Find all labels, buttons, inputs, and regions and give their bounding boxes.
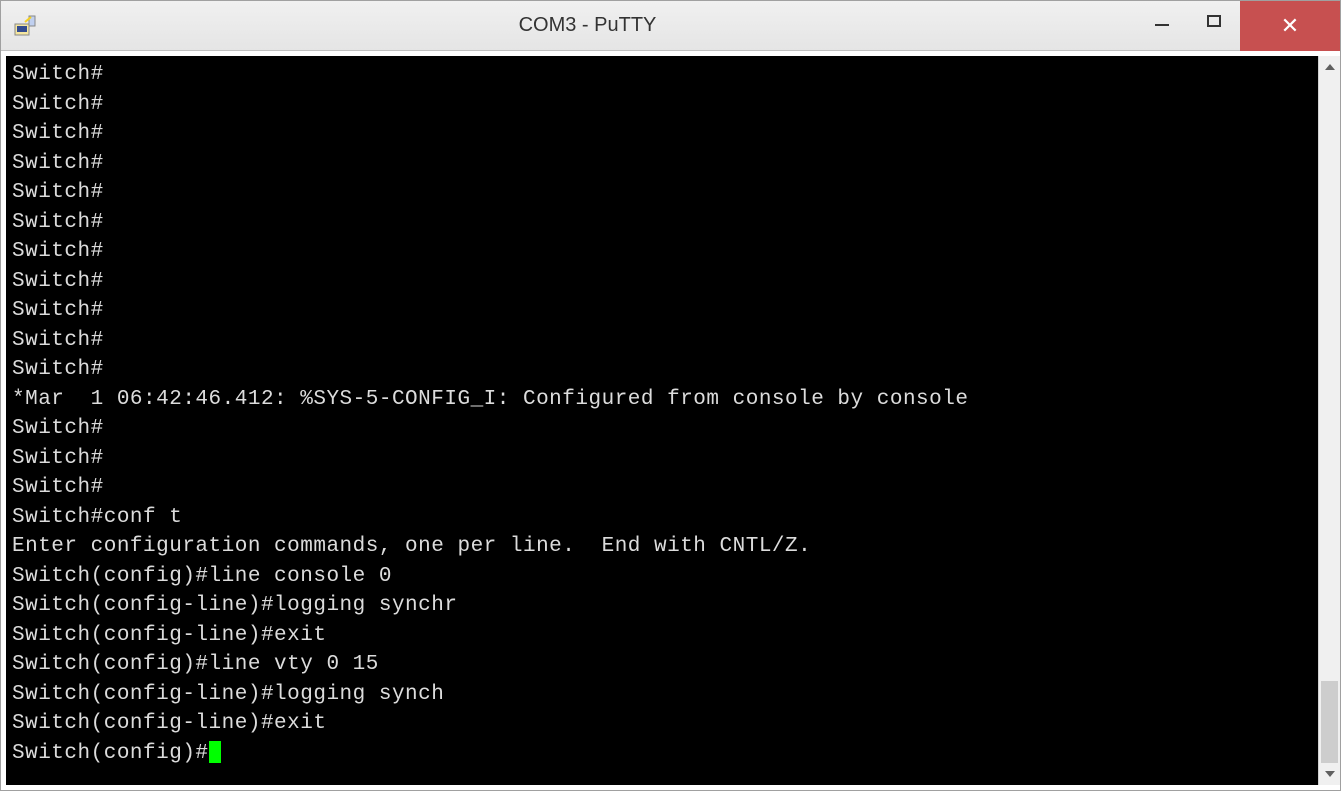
terminal-line: Switch#: [12, 149, 1312, 179]
terminal-cursor: [209, 741, 221, 763]
window-controls: ✕: [1136, 1, 1340, 50]
terminal-line: Switch(config-line)#logging synch: [12, 680, 1312, 710]
minimize-button[interactable]: [1136, 1, 1188, 41]
terminal-line: Switch#: [12, 178, 1312, 208]
terminal-line: Switch(config-line)#logging synchr: [12, 591, 1312, 621]
titlebar[interactable]: COM3 - PuTTY ✕: [1, 1, 1340, 51]
window-title: COM3 - PuTTY: [39, 14, 1136, 37]
terminal-line: Switch#: [12, 119, 1312, 149]
terminal-line: Switch#: [12, 237, 1312, 267]
client-area: Switch#Switch#Switch#Switch#Switch#Switc…: [1, 51, 1340, 790]
terminal-line: Switch#: [12, 355, 1312, 385]
terminal-line: Switch#: [12, 90, 1312, 120]
terminal-line: Switch#: [12, 326, 1312, 356]
terminal-line: Switch#: [12, 414, 1312, 444]
putty-app-icon: [11, 12, 39, 40]
vertical-scrollbar[interactable]: [1318, 56, 1340, 785]
terminal-line: Enter configuration commands, one per li…: [12, 532, 1312, 562]
close-button[interactable]: ✕: [1240, 1, 1340, 51]
terminal-line: Switch(config)#line console 0: [12, 562, 1312, 592]
terminal-line: Switch(config)#line vty 0 15: [12, 650, 1312, 680]
scroll-track[interactable]: [1319, 78, 1340, 763]
terminal-line: Switch#: [12, 296, 1312, 326]
putty-window: COM3 - PuTTY ✕ Switch#Switch#Switch#Swit…: [0, 0, 1341, 791]
terminal-line: Switch(config-line)#exit: [12, 709, 1312, 739]
terminal-line: Switch#: [12, 208, 1312, 238]
scroll-up-button[interactable]: [1319, 56, 1340, 78]
terminal-line: *Mar 1 06:42:46.412: %SYS-5-CONFIG_I: Co…: [12, 385, 1312, 415]
minimize-icon: [1155, 24, 1169, 26]
maximize-icon: [1207, 15, 1221, 27]
scroll-thumb[interactable]: [1321, 681, 1338, 763]
terminal-line: Switch#: [12, 267, 1312, 297]
close-icon: ✕: [1281, 15, 1299, 37]
maximize-button[interactable]: [1188, 1, 1240, 41]
terminal-line: Switch#: [12, 473, 1312, 503]
terminal-line: Switch#conf t: [12, 503, 1312, 533]
prompt-text: Switch(config)#: [12, 742, 209, 765]
terminal-line: Switch#: [12, 60, 1312, 90]
terminal-prompt-line: Switch(config)#: [12, 739, 1312, 769]
terminal-output[interactable]: Switch#Switch#Switch#Switch#Switch#Switc…: [6, 56, 1318, 785]
terminal-line: Switch#: [12, 444, 1312, 474]
scroll-down-button[interactable]: [1319, 763, 1340, 785]
terminal-line: Switch(config-line)#exit: [12, 621, 1312, 651]
